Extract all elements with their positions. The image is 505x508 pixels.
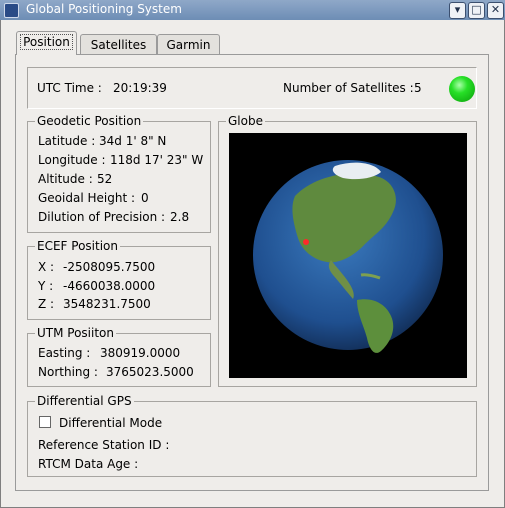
easting-label: Easting : — [38, 346, 91, 360]
app-icon[interactable] — [4, 3, 19, 18]
tab-garmin[interactable]: Garmin — [157, 34, 220, 55]
utm-title: UTM Posiiton — [35, 326, 117, 340]
utc-time-label: UTC Time : — [37, 81, 102, 95]
longitude-label: Longitude : — [38, 153, 106, 167]
northing-value: 3765023.5000 — [106, 365, 194, 379]
altitude-value: 52 — [97, 172, 113, 186]
differential-mode-checkbox[interactable] — [39, 416, 51, 428]
satellite-count-value: 5 — [414, 81, 422, 95]
reference-station-label: Reference Station ID : — [38, 438, 170, 452]
ecef-z-label: Z : — [38, 297, 55, 311]
ecef-y-label: Y : — [38, 279, 54, 293]
differential-mode-label[interactable]: Differential Mode — [59, 416, 162, 430]
tab-label: Garmin — [166, 38, 211, 52]
tab-label: Position — [20, 34, 73, 50]
close-button[interactable]: ✕ — [487, 2, 504, 19]
globe-view[interactable] — [229, 133, 467, 378]
dgps-title: Differential GPS — [35, 394, 134, 408]
easting-value: 380919.0000 — [100, 346, 181, 360]
window-title: Global Positioning System — [26, 2, 182, 16]
shade-button[interactable]: ▾ — [449, 2, 466, 19]
position-marker — [303, 239, 309, 245]
fix-status-led — [449, 76, 475, 102]
ecef-y-value: -4660038.0000 — [63, 279, 156, 293]
northing-label: Northing : — [38, 365, 98, 379]
satellite-count-label: Number of Satellites : — [283, 81, 414, 95]
altitude-label: Altitude : — [38, 172, 93, 186]
geodetic-title: Geodetic Position — [35, 114, 144, 128]
geoidal-height-value: 0 — [141, 191, 149, 205]
utc-time-value: 20:19:39 — [113, 81, 167, 95]
title-bar[interactable]: Global Positioning System ▾ □ ✕ — [0, 0, 505, 20]
tab-position[interactable]: Position — [16, 31, 77, 55]
geoidal-height-label: Geoidal Height : — [38, 191, 136, 205]
latitude-label: Latitude : — [38, 134, 96, 148]
latitude-value: 34d 1' 8" N — [99, 134, 167, 148]
rtcm-data-age-label: RTCM Data Age : — [38, 457, 139, 471]
ecef-x-value: -2508095.7500 — [63, 260, 156, 274]
ecef-z-value: 3548231.7500 — [63, 297, 151, 311]
globe-image — [253, 160, 443, 353]
ecef-x-label: X : — [38, 260, 55, 274]
dop-value: 2.8 — [170, 210, 190, 224]
maximize-button[interactable]: □ — [468, 2, 485, 19]
globe-title: Globe — [226, 114, 265, 128]
longitude-value: 118d 17' 23" W — [110, 153, 204, 167]
dop-label: Dilution of Precision : — [38, 210, 166, 224]
tab-satellites[interactable]: Satellites — [80, 34, 157, 55]
tab-label: Satellites — [90, 38, 147, 52]
ecef-title: ECEF Position — [35, 239, 120, 253]
